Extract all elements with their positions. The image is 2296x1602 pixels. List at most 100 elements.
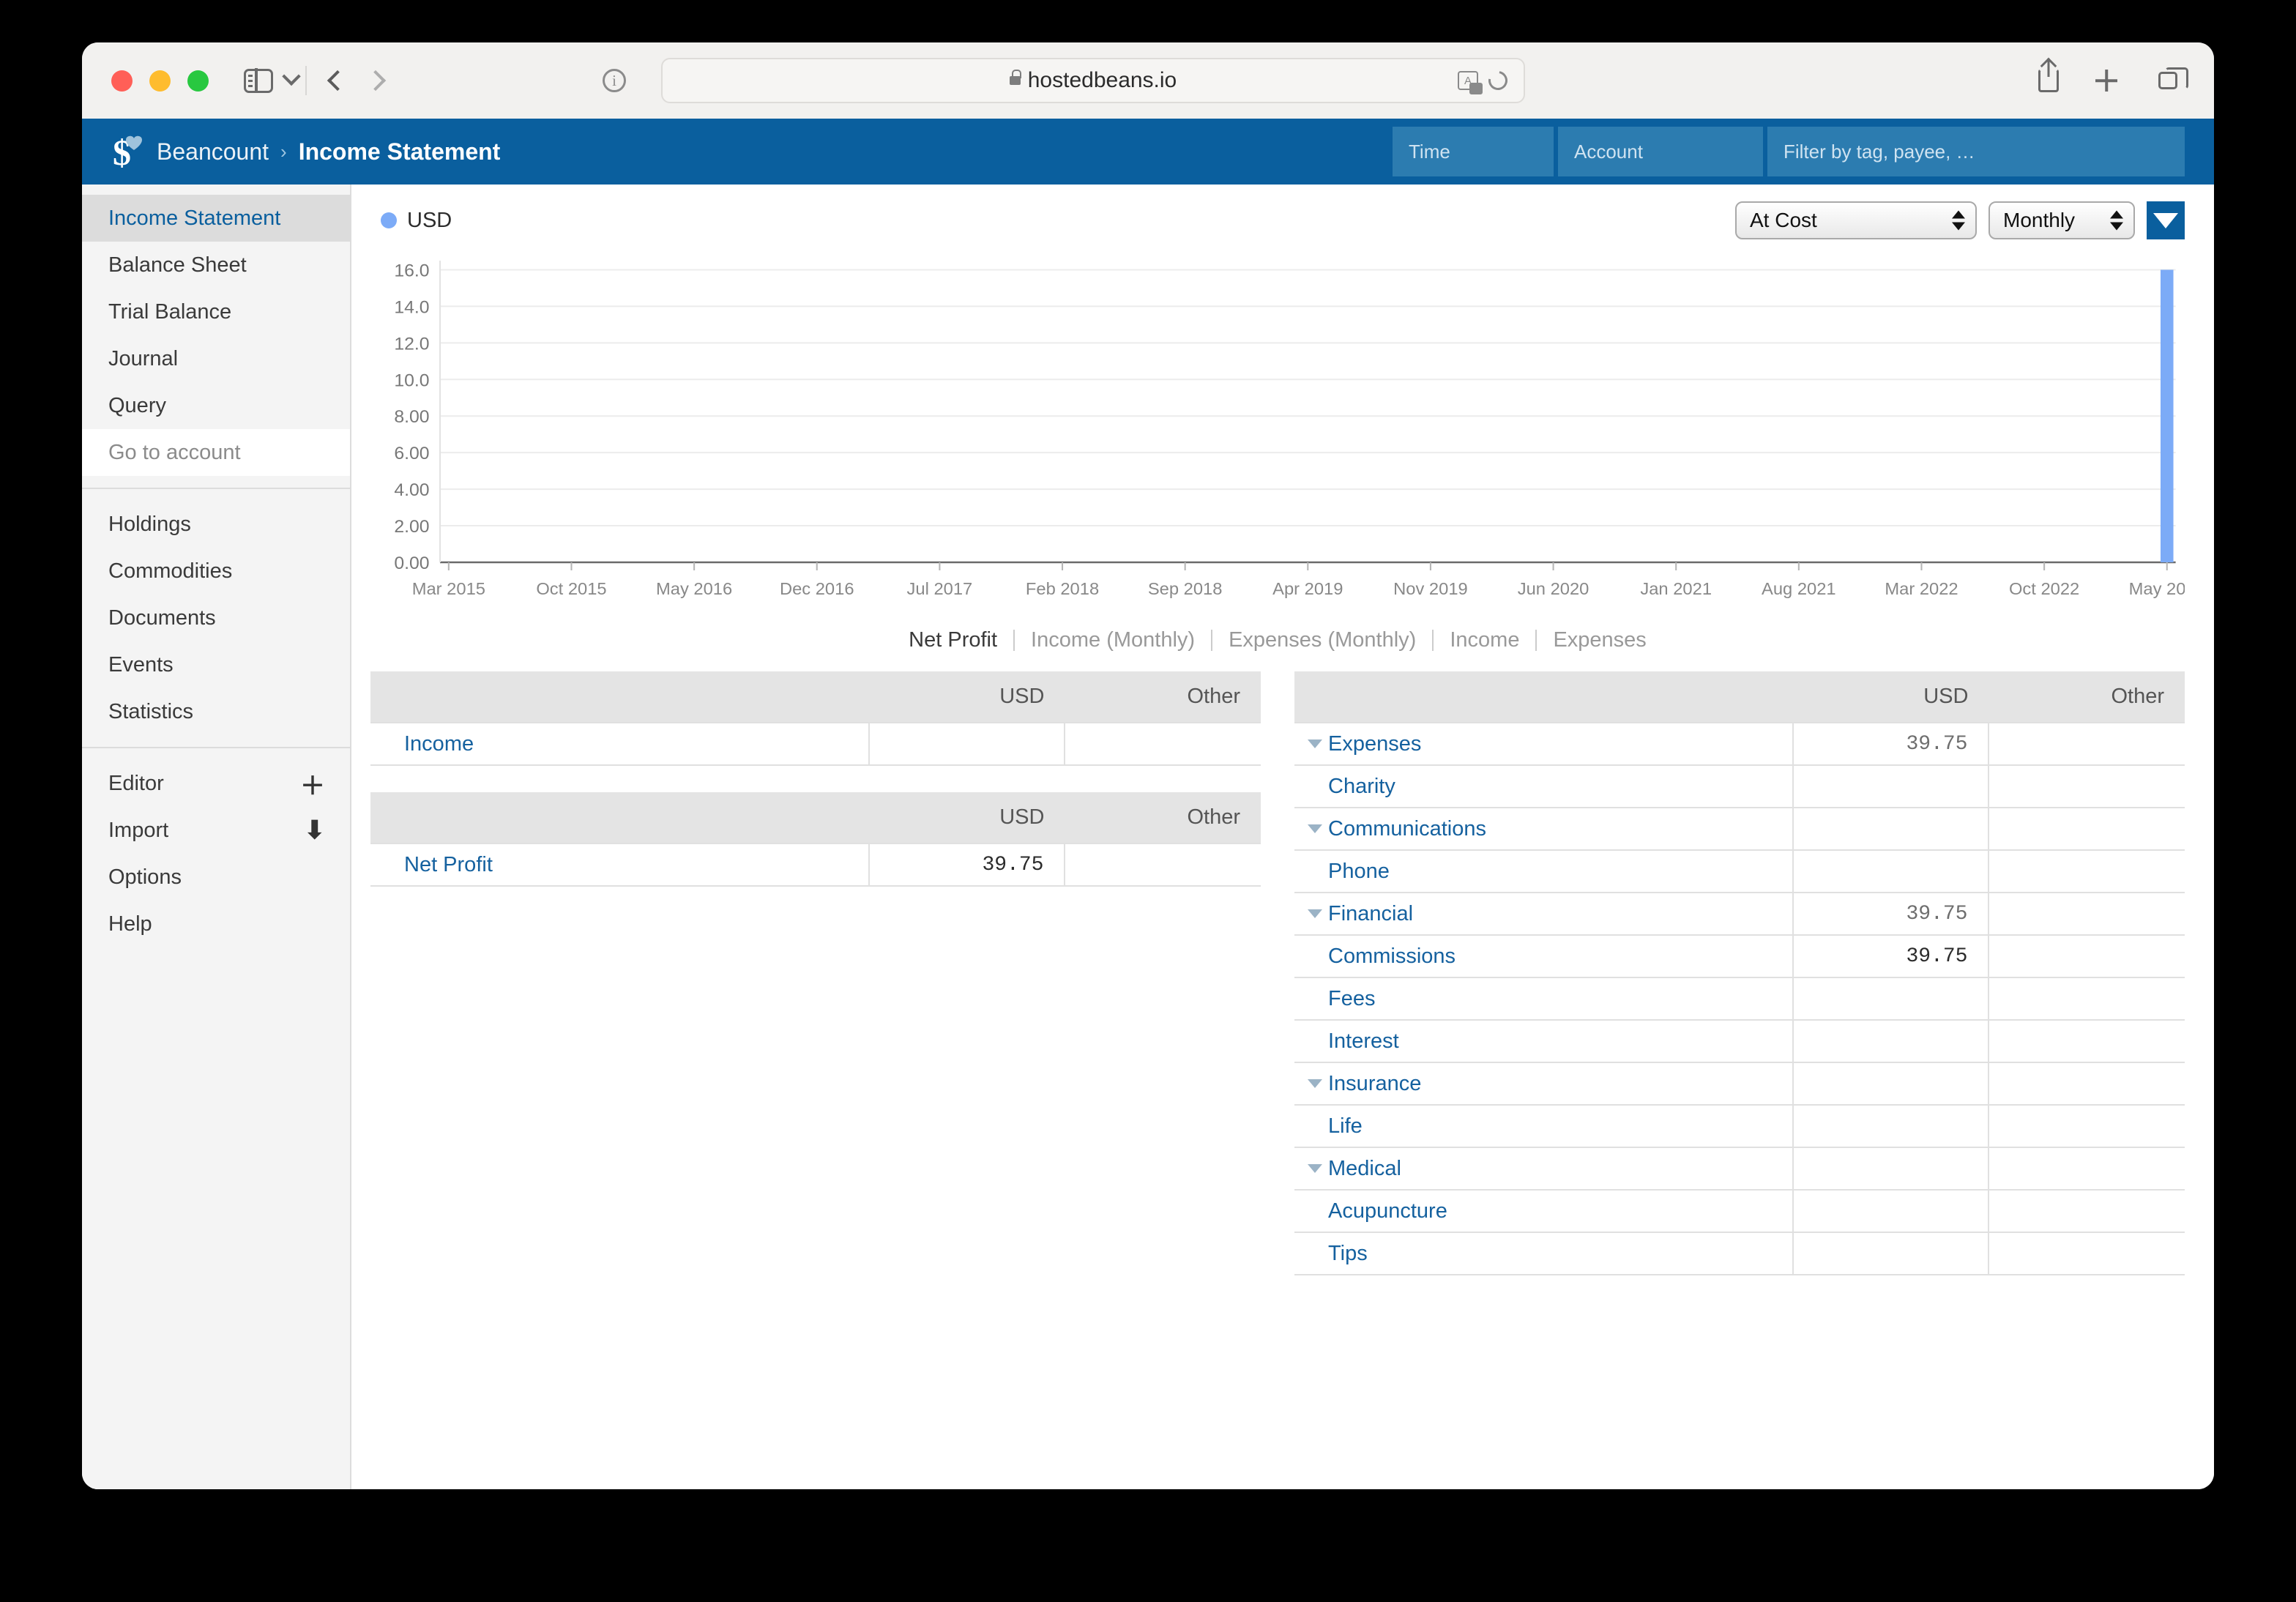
sidebar-item-documents[interactable]: Documents [82, 595, 350, 641]
table-row[interactable]: Fees [1294, 977, 2185, 1021]
account-name-cell[interactable]: Life [1294, 1104, 1794, 1148]
account-link[interactable]: Life [1328, 1114, 1363, 1139]
table-row[interactable]: Medical [1294, 1147, 2185, 1191]
translate-icon[interactable]: A [1458, 71, 1483, 94]
maximize-window-button[interactable] [187, 70, 209, 92]
sidebar-item-query[interactable]: Query [82, 382, 350, 429]
download-icon[interactable]: ⬇ [305, 816, 326, 845]
sidebar-item-events[interactable]: Events [82, 641, 350, 688]
table-row[interactable]: Phone [1294, 849, 2185, 893]
account-name-cell[interactable]: Fees [1294, 977, 1794, 1021]
window-controls[interactable] [111, 70, 209, 92]
sidebar-toggle-icon[interactable] [244, 68, 273, 93]
table-row[interactable]: Expenses 39.75 [1294, 722, 2185, 766]
account-link[interactable]: Phone [1328, 860, 1390, 884]
table-row[interactable]: Net Profit 39.75 [370, 843, 1261, 887]
sidebar-item-import[interactable]: Import ⬇ [82, 807, 350, 854]
account-name-cell[interactable]: Expenses [1294, 722, 1794, 766]
triangle-down-icon[interactable] [1308, 1164, 1322, 1174]
chart-tab-expenses-monthly[interactable]: Expenses (Monthly) [1211, 630, 1432, 651]
table-row[interactable]: Insurance [1294, 1062, 2185, 1106]
triangle-down-icon[interactable] [1308, 824, 1322, 834]
chart-tab-net-profit[interactable]: Net Profit [892, 630, 1013, 651]
table-row[interactable]: Charity [1294, 764, 2185, 808]
interval-select[interactable]: Monthly [1988, 201, 2135, 239]
account-name-cell[interactable]: Net Profit [370, 843, 870, 887]
sidebar-item-holdings[interactable]: Holdings [82, 501, 350, 548]
account-name-cell[interactable]: Tips [1294, 1232, 1794, 1275]
account-link[interactable]: Expenses [1328, 732, 1421, 756]
account-name-cell[interactable]: Acupuncture [1294, 1189, 1794, 1233]
table-row[interactable]: Life [1294, 1104, 2185, 1148]
plus-icon[interactable] [2095, 70, 2117, 92]
forward-arrow-icon[interactable] [365, 70, 387, 92]
sidebar-item-label: Help [108, 912, 152, 936]
account-name-cell[interactable]: Charity [1294, 764, 1794, 808]
account-link[interactable]: Financial [1328, 902, 1413, 926]
account-name-cell[interactable]: Income [370, 722, 870, 766]
account-name-cell[interactable]: Medical [1294, 1147, 1794, 1191]
chart-tab-income[interactable]: Income [1432, 630, 1535, 651]
chart-options-button[interactable] [2147, 201, 2185, 239]
account-link[interactable]: Interest [1328, 1029, 1399, 1054]
account-link[interactable]: Acupuncture [1328, 1199, 1447, 1223]
plus-icon[interactable]: ＋ [300, 766, 325, 802]
account-link[interactable]: Fees [1328, 987, 1375, 1011]
account-name-cell[interactable]: Financial [1294, 892, 1794, 936]
account-link[interactable]: Income [404, 732, 474, 756]
breadcrumb-root[interactable]: Beancount [157, 138, 269, 165]
account-name-cell[interactable]: Insurance [1294, 1062, 1794, 1106]
account-link[interactable]: Net Profit [404, 853, 493, 877]
time-filter-input[interactable] [1393, 127, 1554, 176]
share-icon[interactable] [2038, 69, 2059, 92]
net-profit-chart[interactable]: 0.00 2.00 4.00 6.00 8.00 10.0 12.0 14.0 16.0 Mar … [370, 250, 2185, 616]
back-arrow-icon[interactable] [327, 70, 348, 92]
chevron-down-icon[interactable] [282, 67, 301, 86]
sidebar-item-options[interactable]: Options [82, 854, 350, 901]
table-row[interactable]: Tips [1294, 1232, 2185, 1275]
chart-tab-income-monthly[interactable]: Income (Monthly) [1013, 630, 1211, 651]
conversion-select[interactable]: At Cost [1735, 201, 1977, 239]
sidebar-item-go-to-account[interactable]: Go to account [82, 429, 350, 476]
sidebar-item-help[interactable]: Help [82, 901, 350, 947]
account-link[interactable]: Charity [1328, 775, 1395, 799]
sidebar-item-balance-sheet[interactable]: Balance Sheet [82, 242, 350, 288]
account-filter-input[interactable] [1558, 127, 1763, 176]
table-row[interactable]: Commissions 39.75 [1294, 934, 2185, 978]
triangle-down-icon[interactable] [1308, 739, 1322, 749]
triangle-down-icon[interactable] [1308, 909, 1322, 919]
minimize-window-button[interactable] [149, 70, 171, 92]
close-window-button[interactable] [111, 70, 133, 92]
sidebar-item-income-statement[interactable]: Income Statement [82, 195, 350, 242]
sidebar-item-trial-balance[interactable]: Trial Balance [82, 288, 350, 335]
beancount-logo-icon[interactable]: $ [111, 132, 144, 173]
table-row[interactable]: Communications [1294, 807, 2185, 851]
sidebar-item-commodities[interactable]: Commodities [82, 548, 350, 595]
account-link[interactable]: Tips [1328, 1242, 1368, 1266]
sidebar-item-journal[interactable]: Journal [82, 335, 350, 382]
reload-icon[interactable] [1484, 67, 1512, 94]
tab-overview-icon[interactable] [2158, 67, 2188, 89]
info-icon[interactable] [603, 69, 626, 92]
address-bar[interactable]: hostedbeans.io A [661, 58, 1525, 103]
table-row[interactable]: Income [370, 722, 1261, 766]
account-name-cell[interactable]: Phone [1294, 849, 1794, 893]
account-name-cell[interactable]: Communications [1294, 807, 1794, 851]
chart-bar[interactable] [2160, 269, 2174, 562]
legend-label[interactable]: USD [407, 209, 452, 233]
account-link[interactable]: Insurance [1328, 1072, 1421, 1096]
triangle-down-icon[interactable] [1308, 1079, 1322, 1089]
account-name-cell[interactable]: Interest [1294, 1019, 1794, 1063]
account-link[interactable]: Commissions [1328, 945, 1456, 969]
table-row[interactable]: Acupuncture [1294, 1189, 2185, 1233]
account-link[interactable]: Medical [1328, 1157, 1401, 1181]
column-header-other: Other [1065, 671, 1261, 723]
account-name-cell[interactable]: Commissions [1294, 934, 1794, 978]
sidebar-item-editor[interactable]: Editor ＋ [82, 760, 350, 807]
tag-payee-filter-input[interactable] [1767, 127, 2185, 176]
chart-tab-expenses[interactable]: Expenses [1535, 630, 1662, 651]
account-link[interactable]: Communications [1328, 817, 1486, 841]
table-row[interactable]: Interest [1294, 1019, 2185, 1063]
table-row[interactable]: Financial 39.75 [1294, 892, 2185, 936]
sidebar-item-statistics[interactable]: Statistics [82, 688, 350, 735]
